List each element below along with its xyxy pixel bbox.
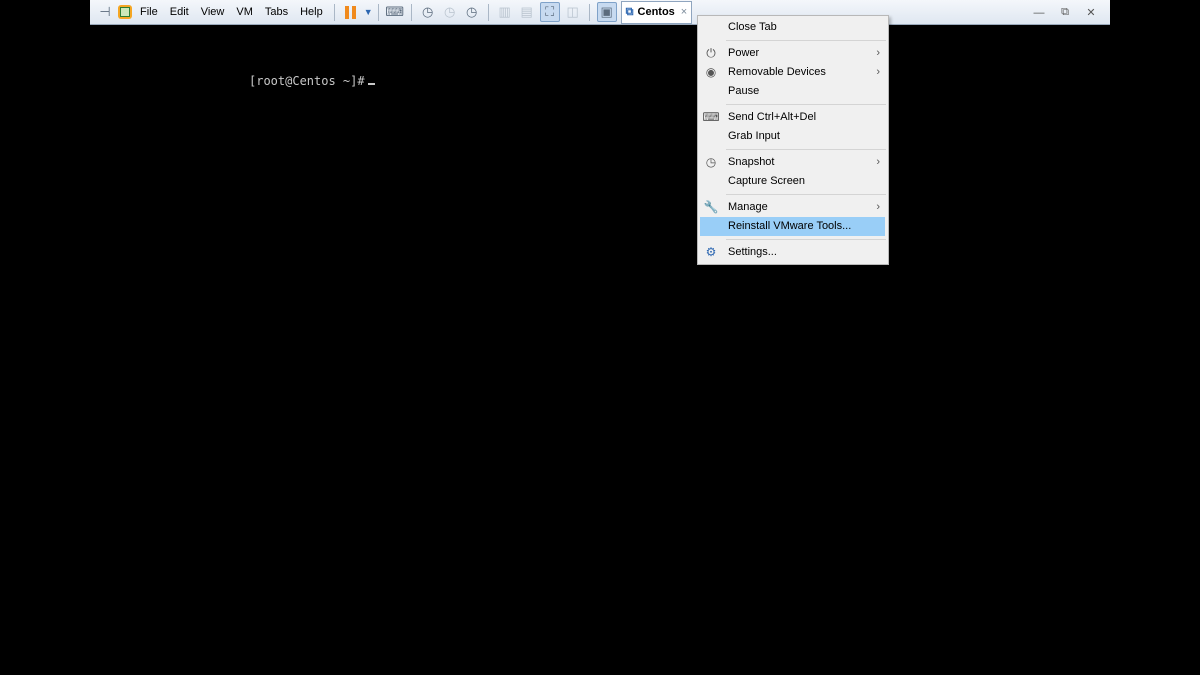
chevron-right-icon: › (876, 201, 880, 213)
menu-item-label: Settings... (728, 246, 777, 258)
toolbar-divider (487, 3, 489, 21)
menu-item-label: Grab Input (728, 130, 780, 142)
menu-edit[interactable]: Edit (164, 0, 195, 25)
settings-icon: ⚙ (705, 244, 717, 259)
send-ctrl-alt-del-icon[interactable]: ⌨ (385, 3, 404, 21)
menu-item-manage[interactable]: 🔧 Manage › (698, 198, 888, 217)
chevron-right-icon: › (876, 47, 880, 59)
pause-icon[interactable] (342, 3, 360, 21)
menu-item-power[interactable]: ⏻ Power › (698, 44, 888, 63)
menu-item-send-ctrl-alt-del[interactable]: ⌨ Send Ctrl+Alt+Del (698, 108, 888, 127)
toolbar-divider (410, 3, 412, 21)
menu-divider (726, 239, 886, 240)
snapshot-icon: ◷ (705, 154, 717, 169)
toolbar-divider (377, 3, 379, 21)
console-prompt[interactable]: [root@Centos ~]# (249, 73, 375, 88)
minimize-button[interactable]: — (1030, 7, 1048, 19)
menu-divider (726, 104, 886, 105)
menu-item-snapshot[interactable]: ◷ Snapshot › (698, 153, 888, 172)
menu-item-label: Reinstall VMware Tools... (728, 220, 852, 232)
pin-icon[interactable]: ⊣ (96, 3, 114, 21)
menu-divider (726, 149, 886, 150)
menu-tabs[interactable]: Tabs (259, 0, 294, 25)
tab-title: Centos (637, 6, 675, 18)
show-library-icon[interactable]: ▥ (496, 3, 514, 21)
fullscreen-icon[interactable]: ⛶ (539, 2, 560, 22)
menu-vm[interactable]: VM (230, 0, 259, 25)
snapshot-take-icon[interactable]: ◷ (419, 3, 437, 21)
toolbar-divider (588, 3, 590, 21)
menu-file[interactable]: File (134, 0, 164, 25)
menu-item-label: Close Tab (728, 21, 777, 33)
text-cursor (367, 73, 375, 85)
menu-item-capture-screen[interactable]: Capture Screen (698, 172, 888, 191)
close-icon[interactable]: × (681, 6, 687, 18)
menu-item-label: Send Ctrl+Alt+Del (728, 111, 817, 123)
wrench-icon: 🔧 (703, 199, 719, 214)
menu-item-pause[interactable]: Pause (698, 82, 888, 101)
console-view-icon[interactable]: ▣ (596, 2, 617, 22)
tab-centos[interactable]: ⧉ Centos × (620, 0, 693, 24)
menu-view[interactable]: View (195, 0, 231, 25)
menu-item-label: Removable Devices (728, 66, 826, 78)
menu-divider (726, 40, 886, 41)
menu-item-removable-devices[interactable]: ◉ Removable Devices › (698, 63, 888, 82)
vm-tab-icon: ⧉ (625, 5, 634, 18)
chevron-right-icon: › (876, 66, 880, 78)
disc-icon: ◉ (705, 64, 717, 79)
menu-item-settings[interactable]: ⚙ Settings... (698, 243, 888, 262)
thumbnail-bar-icon[interactable]: ▤ (518, 3, 536, 21)
menu-divider (726, 194, 886, 195)
menu-item-grab-input[interactable]: Grab Input (698, 127, 888, 146)
prompt-text: [root@Centos ~]# (249, 74, 365, 88)
menu-item-reinstall-vmware-tools[interactable]: Reinstall VMware Tools... (700, 217, 885, 236)
restore-button[interactable]: ⧉ (1056, 6, 1074, 19)
window-controls: — ⧉ ✕ (1030, 0, 1100, 25)
close-button[interactable]: ✕ (1082, 6, 1100, 19)
keyboard-icon: ⌨ (702, 109, 720, 124)
snapshot-manager-icon[interactable]: ◷ (463, 3, 481, 21)
menu-item-label: Power (728, 47, 760, 59)
menu-item-label: Pause (728, 85, 760, 97)
power-icon: ⏻ (706, 45, 716, 60)
menu-help[interactable]: Help (294, 0, 329, 25)
menu-item-close-tab[interactable]: Close Tab (698, 18, 888, 37)
vmware-toolbar: ⊣ File Edit View VM Tabs Help ▼ ⌨ ◷ ◷ ◷ … (90, 0, 1110, 25)
chevron-right-icon: › (876, 156, 880, 168)
unity-icon[interactable]: ◫ (564, 3, 582, 21)
snapshot-revert-icon[interactable]: ◷ (441, 3, 459, 21)
menu-item-label: Snapshot (728, 156, 775, 168)
vmware-logo-icon[interactable] (118, 5, 132, 19)
toolbar-divider (333, 3, 335, 21)
menu-item-label: Capture Screen (728, 175, 806, 187)
chevron-down-icon[interactable]: ▼ (364, 7, 373, 17)
vm-context-menu: Close Tab ⏻ Power › ◉ Removable Devices … (697, 15, 889, 265)
menu-item-label: Manage (728, 201, 768, 213)
